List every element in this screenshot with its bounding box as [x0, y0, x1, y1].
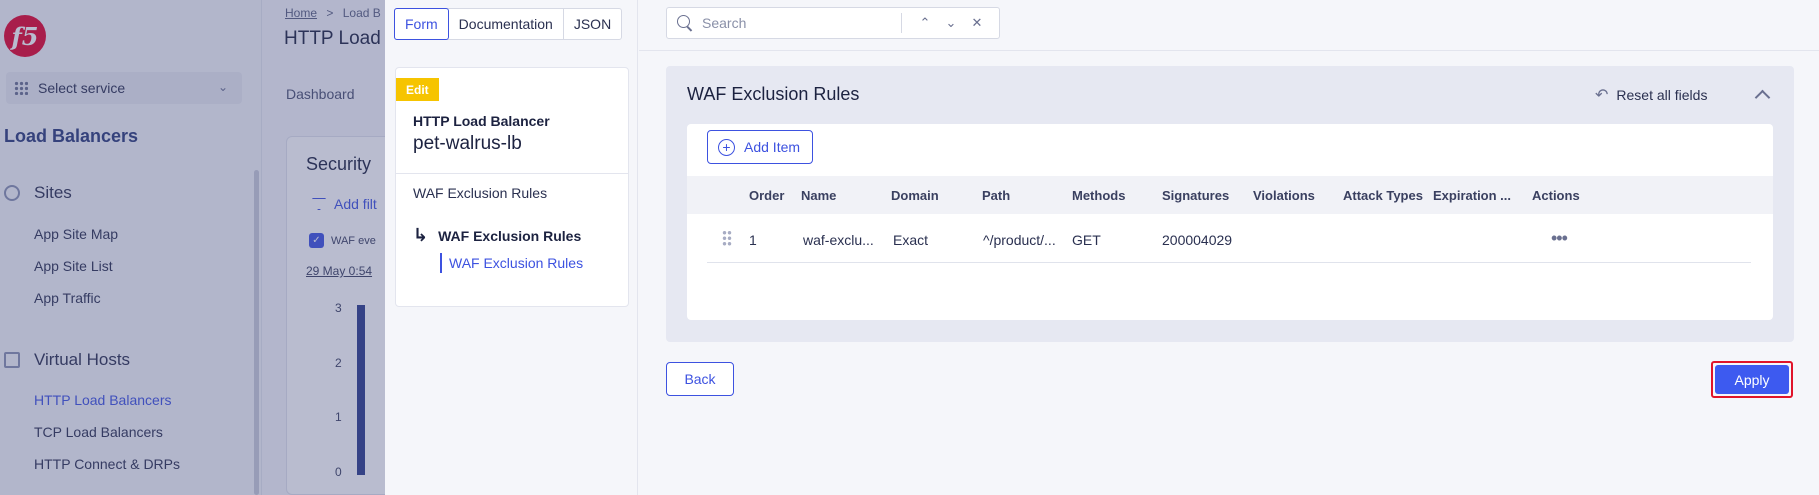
apply-button-highlight: Apply	[1711, 361, 1793, 398]
cell-path: ^/product/...	[983, 232, 1056, 248]
nav-current-section[interactable]: ↳ WAF Exclusion Rules	[413, 225, 581, 246]
column-header-actions: Actions	[1532, 188, 1580, 203]
tab-form[interactable]: Form	[394, 8, 449, 40]
column-header-order: Order	[749, 188, 785, 203]
rules-table-card: + Add Item Order Name Domain Path Method…	[687, 124, 1773, 320]
cell-order: 1	[749, 232, 757, 248]
return-arrow-icon: ↳	[413, 225, 429, 245]
add-item-label: Add Item	[744, 139, 801, 155]
divider	[639, 50, 1819, 51]
edit-badge: Edit	[396, 78, 439, 101]
object-nav-card: Edit HTTP Load Balancer pet-walrus-lb WA…	[395, 67, 629, 307]
chevron-down-icon[interactable]: ⌄	[938, 10, 964, 36]
column-header-name: Name	[801, 188, 837, 203]
column-header-violations: Violations	[1253, 188, 1315, 203]
drawer-nav-panel: Form Documentation JSON Edit HTTP Load B…	[385, 0, 638, 495]
column-header-signatures: Signatures	[1162, 188, 1230, 203]
object-type: HTTP Load Balancer	[413, 113, 550, 129]
table-row[interactable]: 1 waf-exclu... Exact ^/product/... GET 2…	[707, 216, 1751, 263]
drag-handle-icon[interactable]	[722, 230, 732, 246]
tab-documentation[interactable]: Documentation	[449, 9, 564, 39]
column-header-methods: Methods	[1072, 188, 1126, 203]
chevron-up-icon[interactable]	[1750, 82, 1774, 106]
plus-circle-icon: +	[718, 138, 735, 156]
view-tabs: Form Documentation JSON	[394, 8, 623, 40]
more-actions-icon[interactable]: •••	[1551, 228, 1568, 249]
undo-icon: ↶	[1595, 87, 1609, 104]
column-header-domain: Domain	[891, 188, 939, 203]
section-title: WAF Exclusion Rules	[687, 84, 860, 104]
column-header-attack-types: Attack Types	[1343, 188, 1423, 203]
edit-drawer: Form Documentation JSON Edit HTTP Load B…	[385, 0, 1819, 495]
cell-domain: Exact	[893, 232, 929, 248]
column-header-path: Path	[982, 188, 1011, 203]
reset-label: Reset all fields	[1616, 87, 1708, 103]
search-icon	[677, 15, 693, 31]
cell-signatures: 200004029	[1162, 232, 1233, 248]
apply-button[interactable]: Apply	[1715, 365, 1789, 394]
table-header: Order Name Domain Path Methods Signature…	[687, 176, 1773, 214]
object-name: pet-walrus-lb	[413, 133, 522, 154]
chevron-up-icon[interactable]: ⌃	[912, 10, 938, 36]
divider	[901, 13, 902, 33]
column-header-expiration: Expiration ...	[1433, 188, 1512, 203]
nav-subsection-link[interactable]: WAF Exclusion Rules	[440, 253, 583, 273]
cell-methods: GET	[1072, 232, 1101, 248]
close-icon[interactable]: ✕	[964, 10, 990, 36]
nav-current-label: WAF Exclusion Rules	[438, 227, 582, 244]
cell-name: waf-exclu...	[803, 232, 874, 248]
divider	[396, 173, 628, 174]
tab-json[interactable]: JSON	[564, 9, 621, 39]
back-button[interactable]: Back	[666, 362, 734, 396]
search-input[interactable]	[702, 15, 902, 31]
search-bar: ⌃ ⌄ ✕	[666, 7, 1000, 39]
add-item-button[interactable]: + Add Item	[707, 130, 814, 164]
waf-exclusion-rules-section: WAF Exclusion Rules ↶ Reset all fields +…	[666, 66, 1794, 342]
reset-all-fields-button[interactable]: ↶ Reset all fields	[1595, 85, 1707, 105]
modal-overlay[interactable]	[0, 0, 385, 495]
nav-link-waf-exclusion-rules[interactable]: WAF Exclusion Rules	[413, 185, 547, 201]
